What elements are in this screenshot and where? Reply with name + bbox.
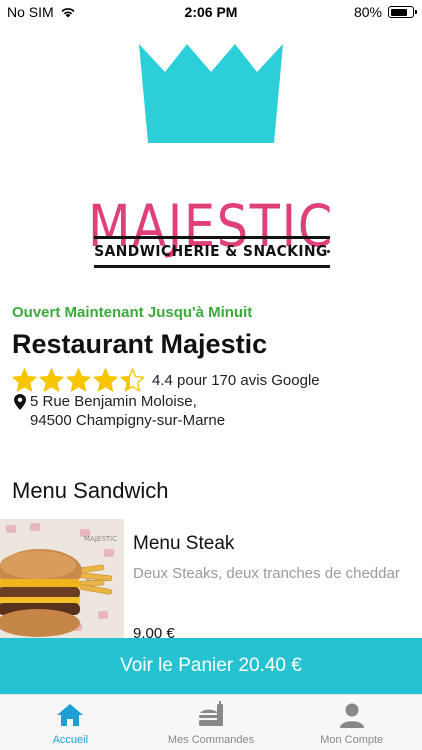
battery-icon bbox=[388, 6, 417, 18]
tab-account[interactable]: Mon Compte bbox=[281, 695, 422, 750]
status-right: 80% bbox=[353, 4, 417, 20]
orders-icon bbox=[199, 701, 223, 726]
star-icon bbox=[66, 368, 91, 392]
address[interactable]: 5 Rue Benjamin Moloise, 94500 Champigny-… bbox=[14, 392, 225, 430]
star-icon bbox=[39, 368, 64, 392]
tab-home[interactable]: Accueil bbox=[0, 695, 141, 750]
restaurant-logo: MAJESTIC SANDWICHERIE & SNACKING bbox=[0, 42, 422, 278]
status-bar: No SIM 2:06 PM 80% bbox=[0, 0, 422, 24]
logo-top-rule bbox=[94, 236, 330, 239]
address-line-2: 94500 Champigny-sur-Marne bbox=[30, 412, 226, 429]
address-line-1: 5 Rue Benjamin Moloise, bbox=[30, 393, 197, 410]
logo-tagline: SANDWICHERIE & SNACKING bbox=[94, 242, 328, 260]
home-icon bbox=[57, 704, 84, 726]
menu-section-title: Menu Sandwich bbox=[12, 478, 169, 503]
battery-fill bbox=[390, 8, 408, 16]
menu-item-image: MAJESTIC JESTIC bbox=[0, 519, 124, 639]
crown-icon bbox=[139, 44, 283, 143]
menu-item-name: Menu Steak bbox=[133, 533, 235, 554]
location-pin-icon bbox=[14, 394, 26, 410]
star-icon bbox=[120, 368, 145, 392]
menu-item-description: Deux Steaks, deux tranches de cheddar bbox=[133, 565, 400, 582]
logo-bottom-rule bbox=[94, 265, 330, 268]
tab-bar: Accueil Mes Commandes Mon Compte bbox=[0, 694, 422, 750]
tab-orders[interactable]: Mes Commandes bbox=[141, 695, 282, 750]
tab-orders-label: Mes Commandes bbox=[167, 734, 255, 746]
svg-text:MAJESTIC: MAJESTIC bbox=[84, 535, 117, 543]
star-icon bbox=[93, 368, 118, 392]
rating-row: 4.4 pour 170 avis Google bbox=[12, 368, 320, 392]
rating-stars bbox=[12, 368, 145, 392]
account-icon bbox=[339, 703, 364, 728]
star-icon bbox=[12, 368, 37, 392]
battery-percent: 80% bbox=[353, 4, 382, 20]
menu-item[interactable]: MAJESTIC JESTIC Menu Steak Deux Steaks, … bbox=[0, 519, 422, 642]
rating-text: 4.4 pour 170 avis Google bbox=[152, 371, 320, 389]
logo-dot bbox=[327, 250, 330, 253]
tab-account-label: Mon Compte bbox=[320, 734, 384, 746]
restaurant-name: Restaurant Majestic bbox=[12, 329, 268, 359]
open-status: Ouvert Maintenant Jusqu'à Minuit bbox=[12, 304, 253, 321]
view-cart-button[interactable]: Voir le Panier 20.40 € bbox=[0, 638, 422, 694]
tab-home-label: Accueil bbox=[52, 734, 89, 746]
